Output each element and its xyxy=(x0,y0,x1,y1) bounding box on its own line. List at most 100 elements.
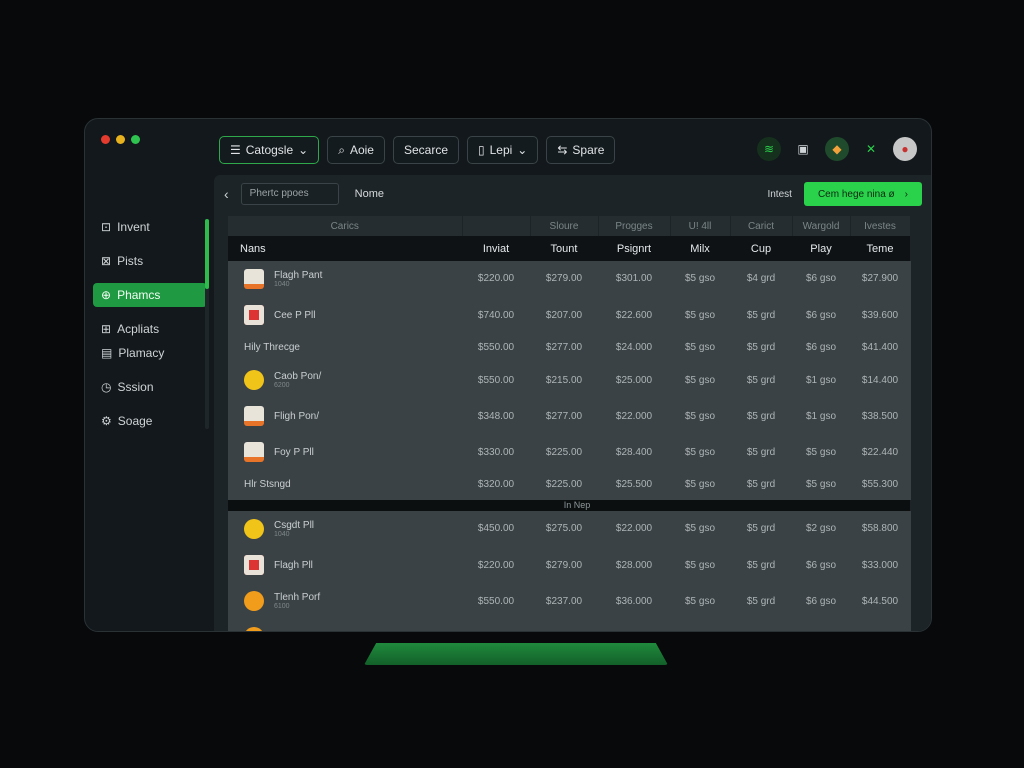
table-row[interactable]: Flagh Pll $220.00 $279.00 $28.000 $5 gso $5 g… xyxy=(228,547,911,584)
product-info: Foy P Pll xyxy=(244,442,462,462)
sidebar-item-soage[interactable]: ⚙ Soage xyxy=(93,409,207,433)
column-header[interactable]: Tount xyxy=(530,236,598,261)
product-cell: Flagh Pant 1040 xyxy=(228,261,463,298)
search-input[interactable]: Phertc ppoes xyxy=(240,183,339,205)
product-info: Tlenh Porf 6100 xyxy=(244,591,462,611)
clock-icon: ◷ xyxy=(101,380,112,394)
product-cell: Hlr Stsngd xyxy=(228,470,463,500)
group-header: Ivestes xyxy=(850,216,911,236)
product-name: Flagh Pant xyxy=(274,269,323,281)
table-cell: $5 gso xyxy=(670,547,731,584)
table-cell: $55.300 xyxy=(850,470,911,500)
sidebar-item-sssion[interactable]: ◷ Sssion xyxy=(93,375,207,399)
product-info: Csgdt Pll 1040 xyxy=(244,518,462,539)
tools-icon[interactable]: ✕ xyxy=(859,137,883,161)
maximize-window-button[interactable] xyxy=(131,135,140,144)
column-header[interactable]: Cup xyxy=(730,236,792,261)
product-info: Caob Pon/6200 xyxy=(244,370,462,390)
product-thumbnail xyxy=(244,555,264,575)
table-cell: $6 gso xyxy=(792,547,851,584)
table-cell: $277.00 xyxy=(530,333,599,363)
column-header[interactable]: Milx xyxy=(670,236,730,261)
table-cell: $6 gso xyxy=(792,333,851,363)
product-info: Hlr Stsngd xyxy=(244,479,462,490)
table-row[interactable]: Hily Threcge $550.00 $277.00 $24.000 $5 gso $… xyxy=(228,333,911,363)
sidebar-item-acpliats[interactable]: ⊞ Acpliats xyxy=(93,317,207,341)
secure-button[interactable]: Secarce xyxy=(392,136,459,164)
table-cell: $5 grd xyxy=(730,333,793,363)
cta-label: Cem hege nina ø xyxy=(817,188,895,200)
table-cell: $4 grd xyxy=(730,261,793,298)
sidebar-item-phamcs[interactable]: ⊕ Phamcs xyxy=(93,283,207,307)
table-cell: $225.00 xyxy=(530,470,599,500)
table-cell: $5 grd xyxy=(730,434,793,471)
table-cell: $41.400 xyxy=(850,333,911,363)
avatar[interactable]: ● xyxy=(893,137,917,161)
product-text: Flagh Pll xyxy=(274,560,313,571)
product-thumbnail xyxy=(244,268,264,289)
product-text: Flagh Pant 1040 xyxy=(274,270,322,288)
minimize-window-button[interactable] xyxy=(116,135,125,144)
table-row[interactable]: Foy P Pll $330.00 $225.00 $28.400 $5 gso $5 g… xyxy=(228,434,911,471)
table-row[interactable]: Caob Pon/6200 $550.00 $215.00 $25.000 $5 gso… xyxy=(228,362,911,399)
table-row[interactable]: Flagh Pant 1040 $220.00 $279.00 $301.00 $5 gs… xyxy=(228,261,911,298)
table-cell: $320.00 xyxy=(462,470,531,500)
table-cell: $5 gso xyxy=(670,619,731,631)
product-name: Tlenh Porf xyxy=(274,592,321,603)
main-panel: ‹ Phertc ppoes Nome Intest Cem hege nina… xyxy=(214,175,931,633)
table-cell: $33.000 xyxy=(850,547,911,584)
product-text: Cee P Pll xyxy=(274,310,316,321)
inventory-table: Carics Sloure Progges U! 4ll Carict Wargold Iv… xyxy=(228,216,911,633)
table-row[interactable]: Fligh Pon/ $348.00 $277.00 $22.000 $5 gso $5 … xyxy=(228,398,911,435)
sidebar-item-pists[interactable]: ⊠ Pists xyxy=(93,249,207,273)
group-header: U! 4ll xyxy=(670,216,731,236)
pharmacy-icon: ⊕ xyxy=(101,288,112,302)
sidebar-scrollbar-thumb[interactable] xyxy=(205,219,209,289)
list-dropdown[interactable]: ▯ Lepi ⌄ xyxy=(467,136,539,164)
table-cell: $5 gso xyxy=(670,583,731,620)
table-row[interactable]: Cee P Pll $740.00 $207.00 $22.600 $5 gso $5 g… xyxy=(228,297,911,334)
list-label: Lepi xyxy=(489,143,513,157)
table-cell: $550.00 xyxy=(462,362,531,399)
product-info: Fligh Pon/ xyxy=(244,406,462,426)
product-text: Flenh Pll xyxy=(274,632,313,633)
column-header[interactable]: Play xyxy=(792,236,850,261)
product-sku: 6200 xyxy=(274,382,290,389)
product-cell: Caob Pon/6200 xyxy=(228,362,463,399)
group-header-row: Carics Sloure Progges U! 4ll Carict Wargold Iv… xyxy=(228,216,911,236)
table-cell: $5 gso xyxy=(792,434,851,471)
close-window-button[interactable] xyxy=(101,135,110,144)
product-text: Hlr Stsngd xyxy=(244,479,291,490)
product-cell: Foy P Pll xyxy=(228,434,463,471)
chevron-right-icon: › xyxy=(904,188,908,200)
wifi-icon[interactable]: ≋ xyxy=(757,137,781,161)
category-dropdown[interactable]: ☰ Catogsle ⌄ xyxy=(219,136,320,164)
table-cell: $27.900 xyxy=(850,261,911,298)
table-cell: $740.00 xyxy=(462,297,531,334)
column-header[interactable]: Teme xyxy=(850,236,910,261)
product-thumbnail xyxy=(244,518,264,539)
table-row[interactable]: Hlr Stsngd $320.00 $225.00 $25.500 $5 gso $5 … xyxy=(228,470,911,500)
column-header[interactable]: Inviat xyxy=(462,236,530,261)
table-cell: $6 gso xyxy=(792,583,851,620)
search-button[interactable]: ⌕ Aoie xyxy=(327,136,385,164)
column-header[interactable]: Psignrt xyxy=(598,236,670,261)
sidebar-item-plamacy[interactable]: ▤ Plamacy xyxy=(93,341,207,365)
product-name: Cee P Pll xyxy=(274,309,316,321)
table-cell: $28.000 xyxy=(598,547,671,584)
primary-action-button[interactable]: Cem hege nina ø › xyxy=(803,182,922,206)
product-info: Hily Threcge xyxy=(244,342,462,353)
table-row[interactable]: Tlenh Porf 6100 $550.00 $237.00 $36.000 $5 gs… xyxy=(228,583,911,620)
table-cell: $25.000 xyxy=(598,362,671,399)
table-row[interactable]: Flenh Pll$270.00$225.00$23.500$5 gso$5 g… xyxy=(228,619,911,633)
table-cell: $220.00 xyxy=(462,547,531,584)
group-header: Carics xyxy=(228,216,463,236)
column-header[interactable]: Nans xyxy=(228,236,462,261)
share-button[interactable]: ⇆ Spare xyxy=(546,136,616,164)
sidebar-item-invent[interactable]: ⊡ Invent xyxy=(93,215,207,239)
calendar-icon[interactable]: ▣ xyxy=(791,137,815,161)
app-logo-icon[interactable]: ◆ xyxy=(825,137,849,161)
back-icon[interactable]: ‹ xyxy=(224,186,229,202)
table-row[interactable]: Csgdt Pll 1040 $450.00 $275.00 $22.000 $5 gso… xyxy=(228,511,911,548)
table-cell: $237.00 xyxy=(530,583,599,620)
